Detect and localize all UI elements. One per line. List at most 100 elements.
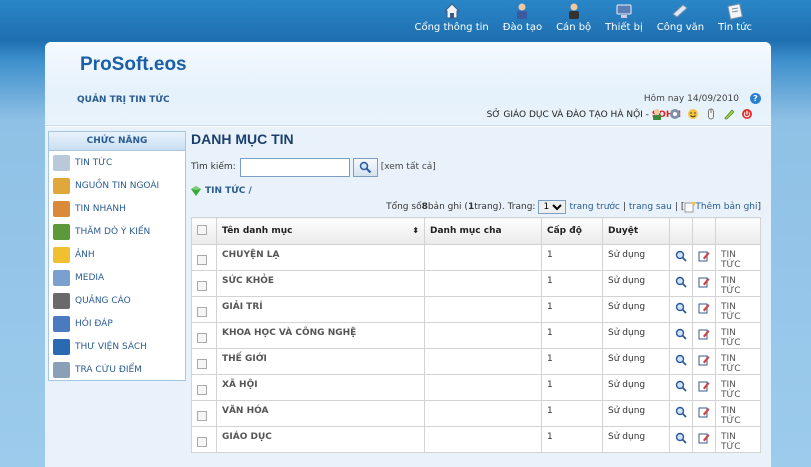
category-table: Tên danh mục ⬍ Danh mục cha Cấp độ Duyệt …: [191, 217, 761, 453]
level-value: 1: [541, 244, 603, 271]
select-all-checkbox[interactable]: [197, 224, 207, 235]
prev-page-link[interactable]: trang trước: [569, 202, 619, 212]
search-button[interactable]: [352, 157, 378, 177]
row-checkbox[interactable]: [197, 307, 207, 317]
parent-link[interactable]: TIN TỨC: [721, 406, 741, 426]
column-header-name[interactable]: Tên danh mục ⬍: [216, 217, 425, 245]
faq-icon: [53, 315, 70, 332]
view-icon[interactable]: [675, 354, 687, 366]
edit-icon[interactable]: [698, 432, 710, 444]
parent-link[interactable]: TIN TỨC: [721, 250, 741, 270]
parent-link[interactable]: TIN TỨC: [721, 354, 741, 374]
lookup-icon: [53, 361, 70, 378]
sidebar-item-photo[interactable]: ẢNH: [49, 243, 185, 266]
column-header-status: Duyệt: [602, 217, 670, 245]
search-icon: [359, 161, 371, 173]
topnav-devices[interactable]: Thiết bị: [598, 2, 650, 36]
settings-icon[interactable]: [669, 108, 681, 120]
level-value: 1: [541, 426, 603, 453]
edit-icon[interactable]: [698, 354, 710, 366]
smiley-icon[interactable]: [687, 108, 699, 120]
parent-link[interactable]: TIN TỨC: [721, 302, 741, 322]
edit-icon[interactable]: [698, 250, 710, 262]
category-name: XÃ HỘI: [222, 380, 258, 390]
view-icon[interactable]: [675, 328, 687, 340]
view-icon[interactable]: [675, 432, 687, 444]
page-header: ProSoft.eos QUẢN TRỊ TIN TỨC Hôm nay 14/…: [45, 42, 771, 126]
row-checkbox[interactable]: [197, 359, 207, 369]
see-all-link[interactable]: [xem tất cả]: [381, 162, 436, 172]
edit-icon[interactable]: [698, 380, 710, 392]
mouse-icon[interactable]: [705, 108, 717, 120]
topnav-documents[interactable]: Công văn: [650, 2, 711, 36]
table-row: XÃ HỘI 1 Sử dụng TIN TỨC: [191, 374, 761, 401]
help-icon[interactable]: ?: [750, 93, 761, 104]
topnav-training[interactable]: Đào tạo: [496, 2, 549, 36]
sidebar-item-grade-lookup[interactable]: TRA CỨU ĐIỂM: [49, 358, 185, 381]
sidebar-item-library[interactable]: THƯ VIỆN SÁCH: [49, 335, 185, 358]
view-icon[interactable]: [675, 406, 687, 418]
page-select[interactable]: 1: [538, 200, 567, 214]
breadcrumb-item[interactable]: TIN TỨC /: [205, 186, 252, 196]
parent-link[interactable]: TIN TỨC: [721, 276, 741, 296]
edit-icon[interactable]: [698, 302, 710, 314]
sidebar-item-quick-news[interactable]: TIN NHANH: [49, 197, 185, 220]
advertising-icon: [53, 292, 70, 309]
add-record-link[interactable]: Thêm bản ghi: [695, 202, 757, 212]
table-row: GIẢI TRÍ 1 Sử dụng TIN TỨC: [191, 296, 761, 323]
row-checkbox[interactable]: [197, 385, 207, 395]
edit-pencil-icon[interactable]: [723, 108, 735, 120]
search-label: Tìm kiếm:: [191, 162, 236, 172]
sort-icon[interactable]: ⬍: [412, 226, 419, 235]
select-all-cell: [191, 217, 217, 245]
logout-icon[interactable]: [741, 108, 753, 120]
topnav-portal[interactable]: Cổng thông tin: [407, 2, 495, 36]
next-page-link[interactable]: trang sau: [629, 202, 672, 212]
parent-link[interactable]: TIN TỨC: [721, 328, 741, 348]
news-icon: [53, 154, 70, 171]
row-checkbox[interactable]: [197, 255, 207, 265]
media-icon: [53, 269, 70, 286]
table-row: THẾ GIỚI 1 Sử dụng TIN TỨC: [191, 348, 761, 375]
status-value: Sử dụng: [602, 322, 670, 349]
view-icon[interactable]: [675, 302, 687, 314]
app-logo[interactable]: ProSoft.eos: [80, 54, 187, 76]
search-input[interactable]: [239, 157, 350, 177]
view-icon[interactable]: [675, 276, 687, 288]
sidebar-item-advertising[interactable]: QUẢNG CÁO: [49, 289, 185, 312]
row-checkbox[interactable]: [197, 411, 207, 421]
pager: Tổng số 8 bản ghi (1 trang). Trang: 1 tr…: [191, 199, 761, 215]
user-profile-icon[interactable]: [651, 108, 663, 120]
edit-icon[interactable]: [698, 276, 710, 288]
sidebar-item-media[interactable]: MEDIA: [49, 266, 185, 289]
view-icon[interactable]: [675, 380, 687, 392]
parent-link[interactable]: TIN TỨC: [721, 380, 741, 400]
table-row: SỨC KHỎE 1 Sử dụng TIN TỨC: [191, 270, 761, 297]
row-checkbox[interactable]: [197, 333, 207, 343]
parent-category: [424, 400, 542, 427]
edit-icon[interactable]: [698, 328, 710, 340]
sidebar-item-external-source[interactable]: NGUỒN TIN NGOÀI: [49, 174, 185, 197]
edit-icon[interactable]: [698, 406, 710, 418]
external-source-icon: [53, 177, 70, 194]
device-icon: [616, 4, 632, 18]
poll-icon: [53, 223, 70, 240]
parent-category: [424, 244, 542, 271]
parent-category: [424, 426, 542, 453]
section-subtitle: QUẢN TRỊ TIN TỨC: [77, 95, 170, 105]
parent-link[interactable]: TIN TỨC: [721, 432, 741, 452]
row-checkbox[interactable]: [197, 281, 207, 291]
category-name: THẾ GIỚI: [222, 354, 267, 364]
category-name: GIÁO DỤC: [222, 432, 272, 442]
sidebar-item-faq[interactable]: HỎI ĐÁP: [49, 312, 185, 335]
column-header-level: Cấp độ: [541, 217, 603, 245]
topnav-news[interactable]: Tin tức: [711, 2, 759, 36]
table-header-row: Tên danh mục ⬍ Danh mục cha Cấp độ Duyệt: [191, 217, 761, 245]
sidebar-item-news[interactable]: TIN TỨC: [49, 151, 185, 174]
view-icon[interactable]: [675, 250, 687, 262]
sidebar-item-poll[interactable]: THĂM DÒ Ý KIẾN: [49, 220, 185, 243]
row-checkbox[interactable]: [197, 437, 207, 447]
topnav-staff[interactable]: Cán bộ: [549, 2, 598, 36]
document-icon: [672, 4, 689, 18]
news-icon: [727, 3, 743, 20]
